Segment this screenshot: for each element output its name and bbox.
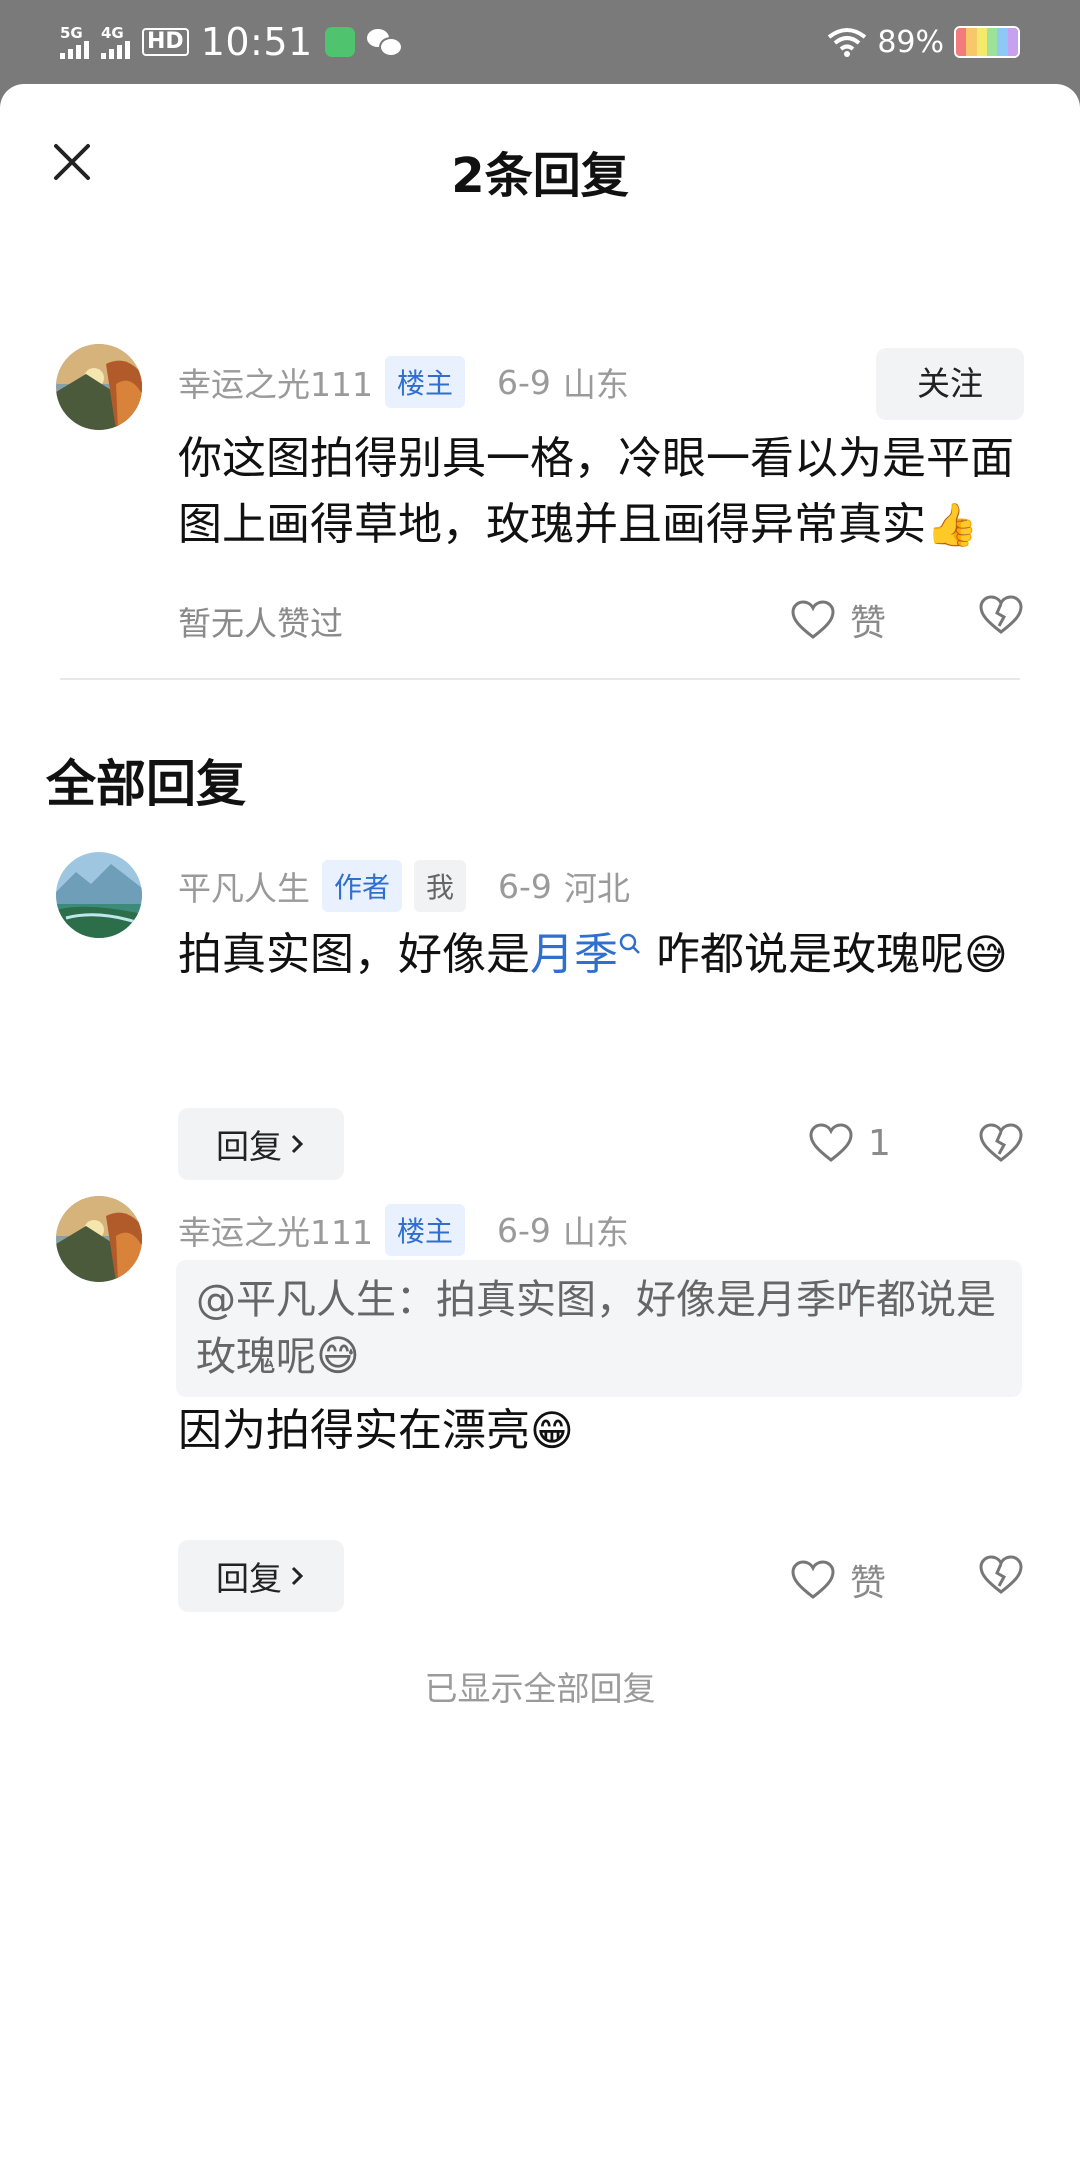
dislike-button[interactable] bbox=[978, 1554, 1024, 1596]
like-label: 赞 bbox=[850, 1563, 887, 1604]
heart-icon bbox=[791, 600, 835, 639]
search-link[interactable]: 月季 bbox=[530, 929, 618, 980]
status-bar: 5G 4G HD 10:51 89% bbox=[0, 0, 1080, 84]
like-button[interactable]: 赞 bbox=[790, 1554, 886, 1606]
comment-date: 6-9 bbox=[497, 1210, 551, 1250]
comment-text: 你这图拍得别具一格，冷眼一看以为是平面图上画得草地，玫瑰并且画得异常真实 bbox=[178, 433, 1014, 550]
comment-meta: 平凡人生 作者 我 6-9 河北 bbox=[178, 860, 630, 912]
section-title: 全部回复 bbox=[46, 755, 246, 813]
dislike-button[interactable] bbox=[978, 1122, 1024, 1164]
comment-meta: 幸运之光111 楼主 6-9 山东 bbox=[178, 1204, 629, 1256]
heart-icon bbox=[791, 1560, 835, 1599]
battery-icon bbox=[954, 26, 1020, 58]
broken-heart-icon bbox=[979, 595, 1023, 634]
comment-meta: 幸运之光111 楼主 6-9 山东 bbox=[178, 356, 629, 408]
sweat-smile-emoji: 😅 bbox=[316, 1331, 360, 1380]
username[interactable]: 平凡人生 bbox=[178, 862, 310, 910]
broken-heart-icon bbox=[979, 1555, 1023, 1594]
divider bbox=[60, 678, 1020, 680]
comment-text: 因为拍得实在漂亮 bbox=[178, 1405, 530, 1456]
op-badge: 楼主 bbox=[385, 1204, 466, 1256]
reply-button[interactable]: 回复 bbox=[178, 1540, 344, 1612]
comment-date: 6-9 bbox=[497, 362, 551, 402]
chevron-right-icon bbox=[291, 1566, 304, 1586]
battery-segment bbox=[997, 28, 1008, 56]
app-notification-icon bbox=[324, 27, 355, 57]
comment-date: 6-9 bbox=[498, 866, 552, 906]
search-icon bbox=[619, 933, 640, 954]
like-label: 赞 bbox=[850, 603, 887, 644]
like-button[interactable]: 赞 bbox=[790, 594, 886, 646]
grin-emoji: 😁 bbox=[530, 1406, 574, 1455]
reply-label: 回复 bbox=[216, 1127, 282, 1166]
thumbs-up-emoji: 👍 bbox=[926, 500, 979, 549]
quoted-reply[interactable]: @平凡人生：拍真实图，好像是月季咋都说是玫瑰呢😅 bbox=[176, 1260, 1022, 1397]
comment-location: 山东 bbox=[562, 1213, 629, 1252]
reply-button[interactable]: 回复 bbox=[178, 1108, 344, 1180]
comment-location: 山东 bbox=[562, 365, 629, 404]
broken-heart-icon bbox=[979, 1123, 1023, 1162]
dislike-button[interactable] bbox=[978, 594, 1024, 636]
signal-5g-icon: 5G bbox=[60, 23, 89, 59]
battery-segment bbox=[956, 28, 967, 56]
like-count: 1 bbox=[868, 1122, 891, 1164]
sheet-header: 2条回复 bbox=[0, 84, 1080, 244]
battery-segment bbox=[966, 28, 977, 56]
author-badge: 作者 bbox=[322, 860, 403, 912]
op-badge: 楼主 bbox=[385, 356, 466, 408]
hd-voice-icon: HD bbox=[142, 28, 189, 56]
comment-text-rest: 咋都说是玫瑰呢 bbox=[656, 929, 964, 980]
clock: 10:51 bbox=[200, 20, 313, 64]
username[interactable]: 幸运之光111 bbox=[178, 358, 373, 406]
no-likes-text: 暂无人赞过 bbox=[178, 604, 343, 643]
username[interactable]: 幸运之光111 bbox=[178, 1206, 373, 1254]
network-label: 4G bbox=[101, 23, 124, 42]
battery-segment bbox=[986, 28, 998, 56]
comment-text: 拍真实图，好像是 bbox=[178, 929, 530, 980]
signal-4g-icon: 4G bbox=[101, 23, 130, 59]
wechat-icon bbox=[366, 27, 403, 57]
heart-icon bbox=[809, 1123, 853, 1162]
comment-content: 拍真实图，好像是月季 咋都说是玫瑰呢😅 bbox=[178, 922, 1018, 988]
end-of-replies-text: 已显示全部回复 bbox=[424, 1669, 656, 1708]
replies-sheet: 2条回复 幸运之光111 楼主 6-9 山东 关注 你这图拍得别具一格，冷眼一看… bbox=[0, 84, 1080, 2168]
wifi-icon bbox=[828, 28, 867, 57]
like-button[interactable]: 1 bbox=[808, 1122, 891, 1164]
chevron-right-icon bbox=[291, 1134, 304, 1154]
comment-content: 你这图拍得别具一格，冷眼一看以为是平面图上画得草地，玫瑰并且画得异常真实👍 bbox=[178, 426, 1018, 558]
battery-percent: 89% bbox=[877, 24, 944, 60]
follow-button[interactable]: 关注 bbox=[876, 348, 1024, 420]
avatar[interactable] bbox=[56, 344, 142, 430]
battery-segment bbox=[976, 28, 987, 56]
sweat-smile-emoji: 😅 bbox=[964, 930, 1008, 979]
network-label: 5G bbox=[60, 23, 83, 42]
battery-segment bbox=[1007, 28, 1018, 56]
comment-content: 因为拍得实在漂亮😁 bbox=[178, 1398, 1018, 1464]
page-title: 2条回复 bbox=[451, 148, 629, 204]
reply-label: 回复 bbox=[216, 1559, 282, 1598]
me-badge: 我 bbox=[414, 860, 467, 912]
comment-location: 河北 bbox=[563, 869, 630, 908]
avatar[interactable] bbox=[56, 1196, 142, 1282]
avatar[interactable] bbox=[56, 852, 142, 938]
